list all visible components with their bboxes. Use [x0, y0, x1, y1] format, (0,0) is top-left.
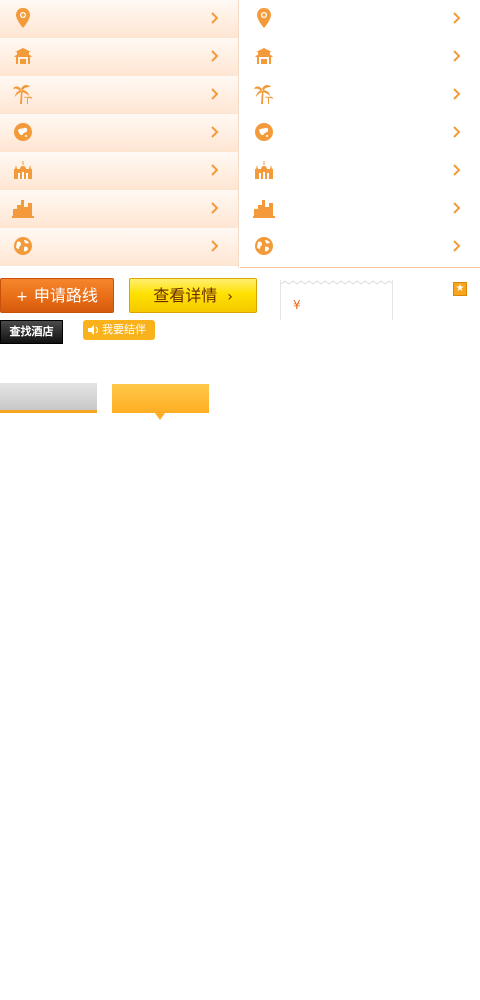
- city-skyline-icon: [12, 200, 34, 218]
- left-menu-item-globe[interactable]: [0, 228, 238, 266]
- chevron-right-icon: [211, 12, 219, 24]
- speaker-icon: [88, 325, 98, 335]
- join-group-label: 我要结伴: [102, 323, 146, 336]
- palace-icon: [255, 161, 273, 179]
- palace-icon: [14, 161, 32, 179]
- left-menu-item-palm[interactable]: [0, 76, 238, 114]
- chevron-right-icon: [453, 164, 461, 176]
- chevron-right-icon: [453, 12, 461, 24]
- city-skyline-icon: [253, 200, 275, 218]
- right-menu-item-map-pin[interactable]: [240, 0, 480, 38]
- left-menu-item-china[interactable]: [0, 114, 238, 152]
- tab-pointer: [155, 413, 165, 420]
- left-menu: [0, 0, 239, 268]
- plus-icon: +: [16, 289, 28, 305]
- zigzag-border: [281, 280, 392, 285]
- price-box: ¥: [280, 280, 393, 320]
- globe-icon: [255, 237, 273, 255]
- pagoda-icon: [14, 48, 32, 64]
- left-menu-item-pagoda[interactable]: [0, 38, 238, 76]
- view-details-label: 查看详情: [153, 286, 218, 305]
- chevron-right-icon: [211, 202, 219, 214]
- chevron-right-icon: ›: [227, 289, 233, 305]
- chevron-right-icon: [211, 126, 219, 138]
- right-menu-item-pagoda[interactable]: [240, 38, 480, 76]
- map-pin-icon: [257, 8, 271, 28]
- left-menu-item-skyline[interactable]: [0, 190, 238, 228]
- right-menu: [240, 0, 480, 268]
- tab-active[interactable]: [112, 384, 209, 420]
- apply-route-button[interactable]: + 申请路线: [0, 278, 114, 313]
- right-menu-item-china[interactable]: [240, 114, 480, 152]
- apply-route-label: 申请路线: [33, 286, 98, 305]
- china-map-icon: [14, 123, 32, 141]
- chevron-right-icon: [211, 50, 219, 62]
- palm-tree-icon: [254, 84, 273, 104]
- chevron-right-icon: [453, 88, 461, 100]
- chevron-right-icon: [453, 50, 461, 62]
- china-map-icon: [255, 123, 273, 141]
- join-group-button[interactable]: 我要结伴: [83, 320, 155, 340]
- palm-tree-icon: [13, 84, 32, 104]
- chevron-right-icon: [211, 88, 219, 100]
- view-details-button[interactable]: 查看详情 ›: [129, 278, 257, 313]
- star-icon[interactable]: ★: [453, 282, 467, 296]
- pagoda-icon: [255, 48, 273, 64]
- map-pin-icon: [16, 8, 30, 28]
- globe-icon: [14, 237, 32, 255]
- right-menu-item-palace[interactable]: [240, 152, 480, 190]
- tab-inactive[interactable]: [0, 383, 97, 413]
- chevron-right-icon: [453, 126, 461, 138]
- currency-symbol: ¥: [293, 298, 301, 312]
- chevron-right-icon: [211, 164, 219, 176]
- right-menu-item-palm[interactable]: [240, 76, 480, 114]
- chevron-right-icon: [453, 202, 461, 214]
- left-menu-item-map-pin[interactable]: [0, 0, 238, 38]
- left-menu-item-palace[interactable]: [0, 152, 238, 190]
- chevron-right-icon: [211, 240, 219, 252]
- right-menu-item-skyline[interactable]: [240, 190, 480, 228]
- right-menu-item-globe[interactable]: [240, 228, 480, 266]
- find-hotel-button[interactable]: 查找酒店: [0, 320, 63, 344]
- chevron-right-icon: [453, 240, 461, 252]
